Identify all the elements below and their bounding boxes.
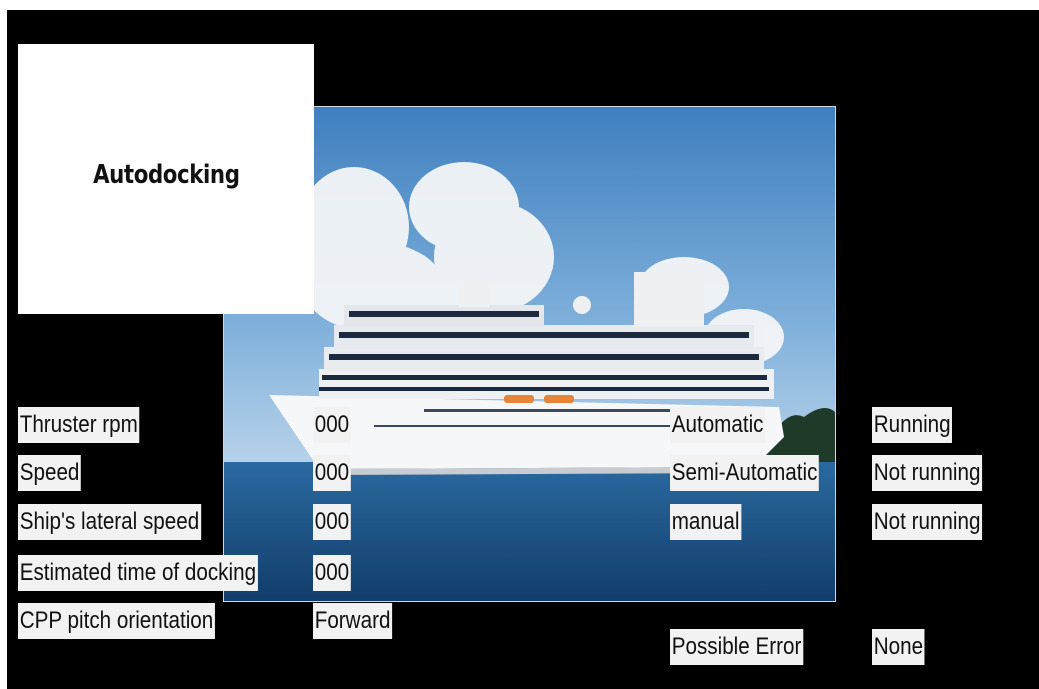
param-label-speed: Speed <box>18 455 82 491</box>
error-label: Possible Error <box>670 629 804 665</box>
param-value-speed: 000 <box>313 455 351 491</box>
error-value: None <box>872 629 925 665</box>
mode-status-manual: Not running <box>872 504 983 540</box>
title-panel: Autodocking <box>18 44 314 314</box>
param-value-lateral-speed: 000 <box>313 504 351 540</box>
param-label-thruster-rpm: Thruster rpm <box>18 407 140 443</box>
param-label-cpp-pitch: CPP pitch orientation <box>18 603 215 639</box>
param-label-eta-docking: Estimated time of docking <box>18 555 258 591</box>
mode-label-automatic[interactable]: Automatic <box>670 407 766 443</box>
param-value-eta-docking: 000 <box>313 555 351 591</box>
mode-status-automatic: Running <box>872 407 953 443</box>
mode-status-semi-automatic: Not running <box>872 455 983 491</box>
page-title: Autodocking <box>92 160 240 190</box>
param-value-cpp-pitch: Forward <box>313 603 393 639</box>
mode-label-manual[interactable]: manual <box>670 504 742 540</box>
mode-label-semi-automatic[interactable]: Semi-Automatic <box>670 455 820 491</box>
param-label-lateral-speed: Ship's lateral speed <box>18 504 201 540</box>
param-value-thruster-rpm: 000 <box>313 407 351 443</box>
